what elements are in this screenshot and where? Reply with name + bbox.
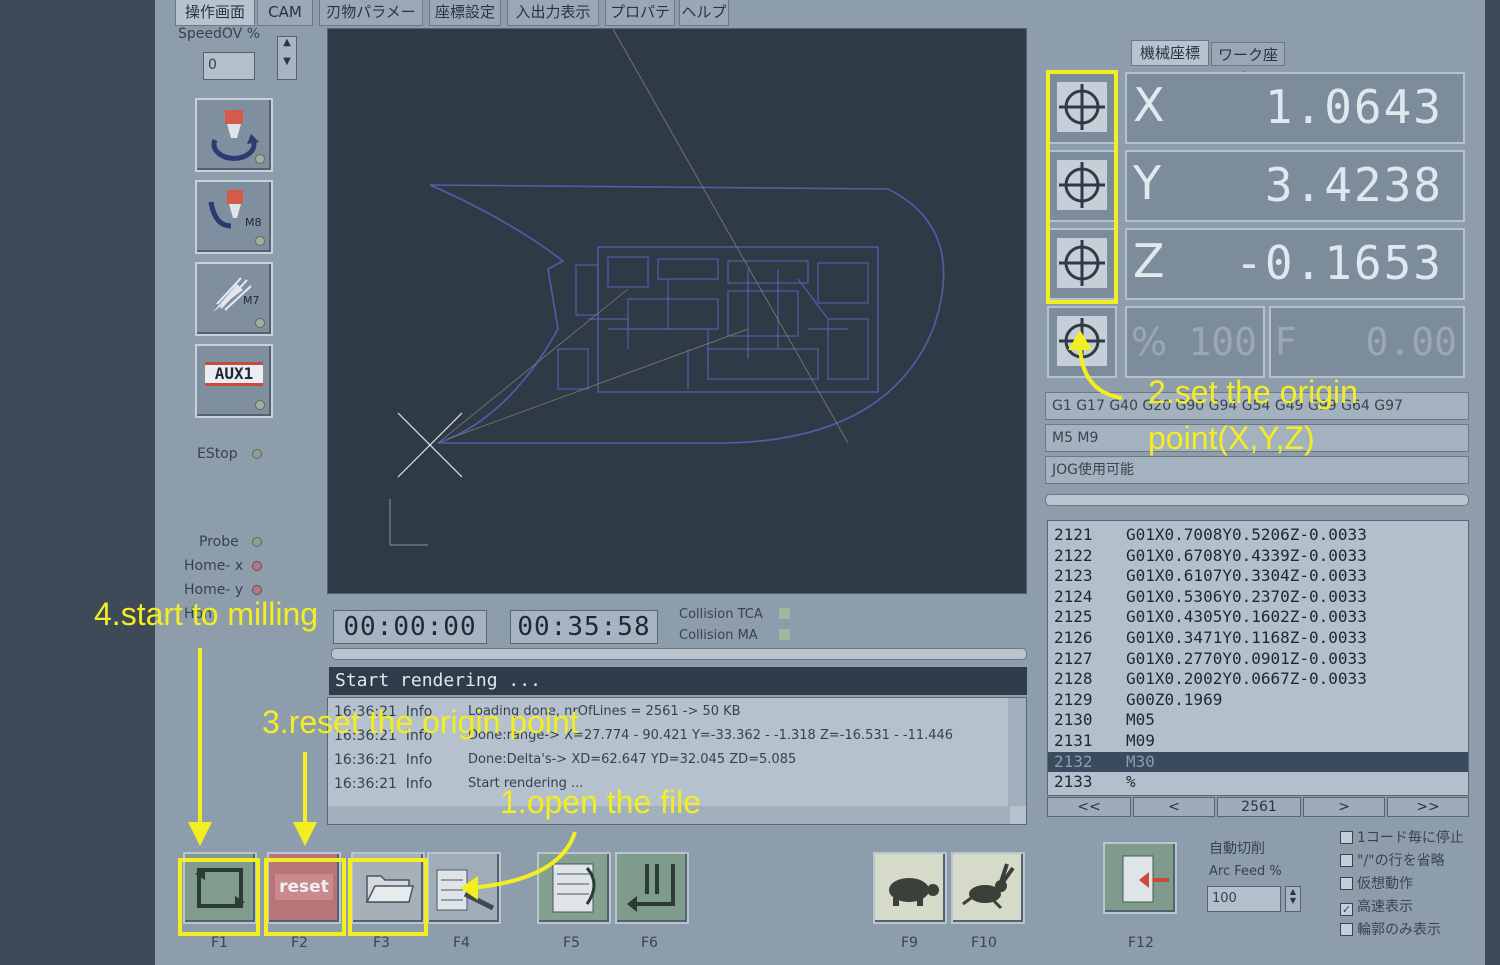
annotation-step2b: point(X,Y,Z) bbox=[1148, 420, 1315, 456]
annotation-step4: 4.start to milling bbox=[94, 596, 319, 632]
annotation-arrows bbox=[188, 330, 1123, 900]
annotation-step3: 3.reset the origin point bbox=[262, 704, 579, 740]
annotation-step1: 1.open the file bbox=[500, 784, 702, 820]
annotation-step2a: 2.set the origin bbox=[1148, 374, 1358, 410]
